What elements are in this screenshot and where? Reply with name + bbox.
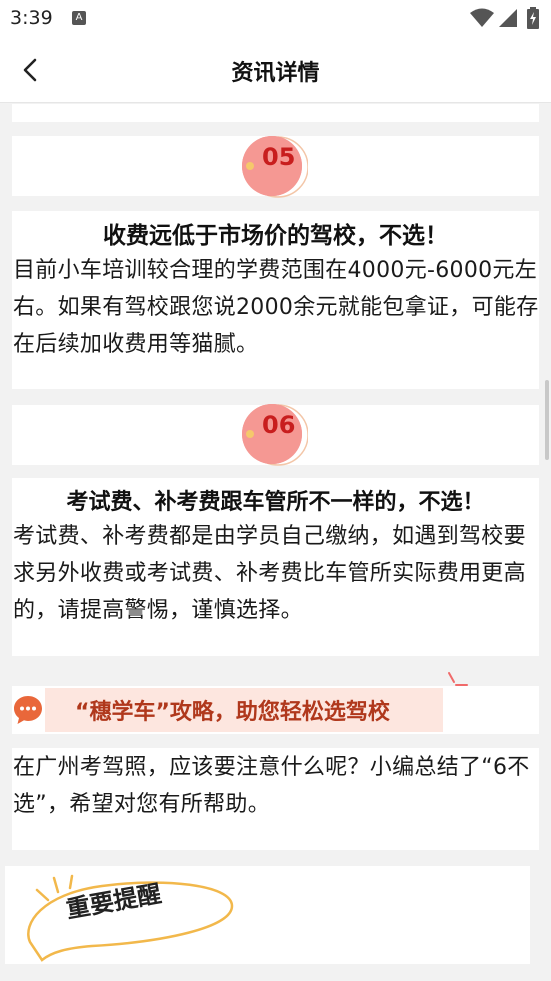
promo-title: “穗学车”攻略，助您轻松选驾校 <box>75 700 390 725</box>
section-body: 目前小车培训较合理的学费范围在4000元-6000元左右。如果有驾校跟您说200… <box>13 258 539 357</box>
battery-charging-icon <box>527 7 539 29</box>
section-body: 考试费、补考费都是由学员自己缴纳，如遇到驾校要求另外收费或考试费、补考费比车管所… <box>13 524 526 623</box>
status-bar: 3:39 A <box>0 0 551 36</box>
content-card <box>12 104 539 122</box>
chat-bubble-icon <box>14 696 42 724</box>
wifi-icon <box>470 8 494 27</box>
app-header: 资讯详情 <box>0 36 551 103</box>
truncated-content <box>0 966 551 981</box>
section-heading: 考试费、补考费跟车管所不一样的，不选！ <box>66 490 485 515</box>
signal-icon <box>499 9 517 27</box>
status-time: 3:39 <box>10 7 53 29</box>
scrollbar[interactable] <box>545 380 549 460</box>
section-number: 06 <box>262 411 296 439</box>
section-number-badge: 05 <box>240 135 308 199</box>
section-heading: 收费远低于市场价的驾校，不选！ <box>103 223 448 249</box>
section-number-badge: 06 <box>240 403 308 467</box>
a-icon: A <box>72 11 86 25</box>
intro-body: 在广州考驾照，应该要注意什么呢？小编总结了“6不选”，希望对您有所帮助。 <box>13 755 530 817</box>
section-number: 05 <box>262 143 296 171</box>
page-title: 资讯详情 <box>231 61 320 86</box>
